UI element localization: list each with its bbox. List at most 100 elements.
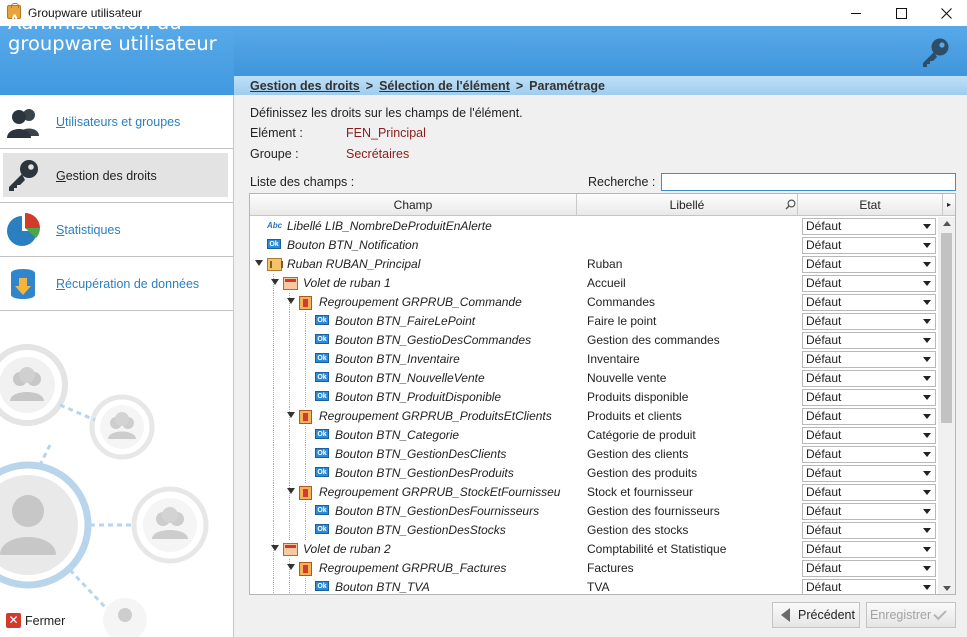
expand-toggle-icon[interactable] xyxy=(271,279,279,285)
state-dropdown[interactable]: Défaut xyxy=(802,503,936,520)
tree-guide-line xyxy=(289,464,290,483)
field-name: Volet de ruban 2 xyxy=(303,542,391,556)
button-field-icon: Ok xyxy=(315,505,329,515)
grid-row[interactable]: Abc Libellé LIB_NombreDeProduitEnAlerte Dé… xyxy=(250,217,938,236)
state-dropdown[interactable]: Défaut xyxy=(802,522,936,539)
grid-row[interactable]: Ruban RUBAN_Principal Ruban Défaut xyxy=(250,255,938,274)
button-field-icon: Ok xyxy=(315,467,329,477)
tree-guide-line xyxy=(273,331,274,350)
state-dropdown[interactable]: Défaut xyxy=(802,579,936,594)
grid-row[interactable]: Ok Bouton BTN_TVA TVA Défaut xyxy=(250,578,938,594)
search-input[interactable] xyxy=(661,173,956,191)
state-dropdown[interactable]: Défaut xyxy=(802,370,936,387)
previous-button[interactable]: Précédent xyxy=(772,602,860,628)
state-dropdown[interactable]: Défaut xyxy=(802,427,936,444)
tree-guide-line xyxy=(289,331,290,350)
expand-toggle-icon[interactable] xyxy=(255,260,263,266)
scroll-down-icon[interactable] xyxy=(943,586,951,591)
grid-row[interactable]: Ok Bouton BTN_Categorie Catégorie de produ… xyxy=(250,426,938,445)
database-download-icon xyxy=(11,269,35,299)
state-dropdown[interactable]: Défaut xyxy=(802,237,936,254)
grid-row[interactable]: Volet de ruban 1 Accueil Défaut xyxy=(250,274,938,293)
grid-row[interactable]: Ok Bouton BTN_GestionDesStocks Gestion des… xyxy=(250,521,938,540)
scroll-thumb[interactable] xyxy=(941,233,952,423)
grid-row[interactable]: Ok Bouton BTN_GestionDesClients Gestion de… xyxy=(250,445,938,464)
users-icon xyxy=(7,109,39,138)
breadcrumb-selection-link[interactable]: Sélection de l'élément xyxy=(379,79,510,93)
ribbon-pane-icon xyxy=(283,543,298,556)
grid-row[interactable]: Regroupement GRPRUB_Commande Commandes Déf… xyxy=(250,293,938,312)
grid-row[interactable]: Ok Bouton BTN_Notification Défaut xyxy=(250,236,938,255)
tree-guide-line xyxy=(273,388,274,407)
field-name: Bouton BTN_GestionDesStocks xyxy=(335,523,506,537)
state-dropdown[interactable]: Défaut xyxy=(802,218,936,235)
field-label: Accueil xyxy=(587,276,626,290)
state-dropdown[interactable]: Défaut xyxy=(802,408,936,425)
sidebar-item-statistics[interactable]: Statistiques xyxy=(0,203,233,257)
state-dropdown[interactable]: Défaut xyxy=(802,256,936,273)
field-name: Bouton BTN_NouvelleVente xyxy=(335,371,485,385)
state-dropdown[interactable]: Défaut xyxy=(802,541,936,558)
state-dropdown[interactable]: Défaut xyxy=(802,560,936,577)
state-dropdown[interactable]: Défaut xyxy=(802,484,936,501)
column-menu-icon[interactable]: ▸ xyxy=(943,194,955,216)
grid-header: Champ Libellé Etat ▸ xyxy=(250,194,955,216)
state-dropdown[interactable]: Défaut xyxy=(802,465,936,482)
state-dropdown[interactable]: Défaut xyxy=(802,313,936,330)
state-dropdown[interactable]: Défaut xyxy=(802,351,936,368)
close-app-button[interactable]: ✕ Fermer xyxy=(6,613,70,628)
column-header-field[interactable]: Champ xyxy=(250,194,577,216)
scroll-up-icon[interactable] xyxy=(943,221,951,226)
grid-row[interactable]: Regroupement GRPRUB_ProduitsEtClients Pro… xyxy=(250,407,938,426)
vertical-scrollbar[interactable] xyxy=(938,217,955,594)
main-panel: Définissez les droits sur les champs de … xyxy=(234,95,967,637)
tree-guide-line xyxy=(289,312,290,331)
expand-toggle-icon[interactable] xyxy=(287,488,295,494)
maximize-button[interactable] xyxy=(878,0,924,26)
grid-row[interactable]: Regroupement GRPRUB_StockEtFournisseu Sto… xyxy=(250,483,938,502)
field-name: Bouton BTN_Notification xyxy=(287,238,419,252)
grid-row[interactable]: Ok Bouton BTN_GestionDesFournisseurs Gesti… xyxy=(250,502,938,521)
tree-guide-line xyxy=(289,502,290,521)
state-dropdown[interactable]: Défaut xyxy=(802,294,936,311)
sidebar-item-users[interactable]: Utilisateurs et groupes xyxy=(0,95,233,149)
save-button[interactable]: Enregistrer xyxy=(866,602,956,628)
sidebar-item-rights[interactable]: Gestion des droits xyxy=(0,149,233,203)
column-header-label[interactable]: Libellé xyxy=(577,194,798,216)
button-field-icon: Ok xyxy=(315,372,329,382)
breadcrumb-rights-link[interactable]: Gestion des droits xyxy=(250,79,360,93)
expand-toggle-icon[interactable] xyxy=(287,298,295,304)
button-field-icon: Ok xyxy=(315,391,329,401)
minimize-button[interactable] xyxy=(833,0,879,26)
field-name: Regroupement GRPRUB_StockEtFournisseu xyxy=(319,485,561,499)
grid-row[interactable]: Regroupement GRPRUB_Factures Factures Défa… xyxy=(250,559,938,578)
sidebar-item-label: Utilisateurs et groupes xyxy=(56,115,181,129)
state-dropdown[interactable]: Défaut xyxy=(802,446,936,463)
column-header-state[interactable]: Etat xyxy=(798,194,943,216)
state-dropdown[interactable]: Défaut xyxy=(802,389,936,406)
expand-toggle-icon[interactable] xyxy=(287,412,295,418)
button-field-icon: Ok xyxy=(315,353,329,363)
grid-row[interactable]: Ok Bouton BTN_GestioDesCommandes Gestion d… xyxy=(250,331,938,350)
sidebar-item-data-recovery[interactable]: Récupération de données xyxy=(0,257,233,311)
grid-row[interactable]: Ok Bouton BTN_GestionDesProduits Gestion d… xyxy=(250,464,938,483)
state-dropdown[interactable]: Défaut xyxy=(802,332,936,349)
state-dropdown[interactable]: Défaut xyxy=(802,275,936,292)
grid-row[interactable]: Volet de ruban 2 Comptabilité et Statisti… xyxy=(250,540,938,559)
grid-row[interactable]: Ok Bouton BTN_Inventaire Inventaire Défaut xyxy=(250,350,938,369)
grid-row[interactable]: Ok Bouton BTN_NouvelleVente Nouvelle vente… xyxy=(250,369,938,388)
search-icon[interactable] xyxy=(785,199,796,210)
ribbon-group-icon xyxy=(299,486,312,500)
group-value: Secrétaires xyxy=(346,147,410,161)
header-title: Administration du groupware utilisateur xyxy=(8,11,217,55)
grid-row[interactable]: Ok Bouton BTN_ProduitDisponible Produits d… xyxy=(250,388,938,407)
expand-toggle-icon[interactable] xyxy=(271,545,279,551)
field-name: Regroupement GRPRUB_ProduitsEtClients xyxy=(319,409,552,423)
button-field-icon: Ok xyxy=(315,581,329,591)
expand-toggle-icon[interactable] xyxy=(287,564,295,570)
close-window-button[interactable] xyxy=(923,0,967,26)
tree-guide-line xyxy=(305,331,306,350)
field-name: Bouton BTN_GestioDesCommandes xyxy=(335,333,532,347)
grid-row[interactable]: Ok Bouton BTN_FaireLePoint Faire le point D… xyxy=(250,312,938,331)
close-icon: ✕ xyxy=(6,613,21,628)
